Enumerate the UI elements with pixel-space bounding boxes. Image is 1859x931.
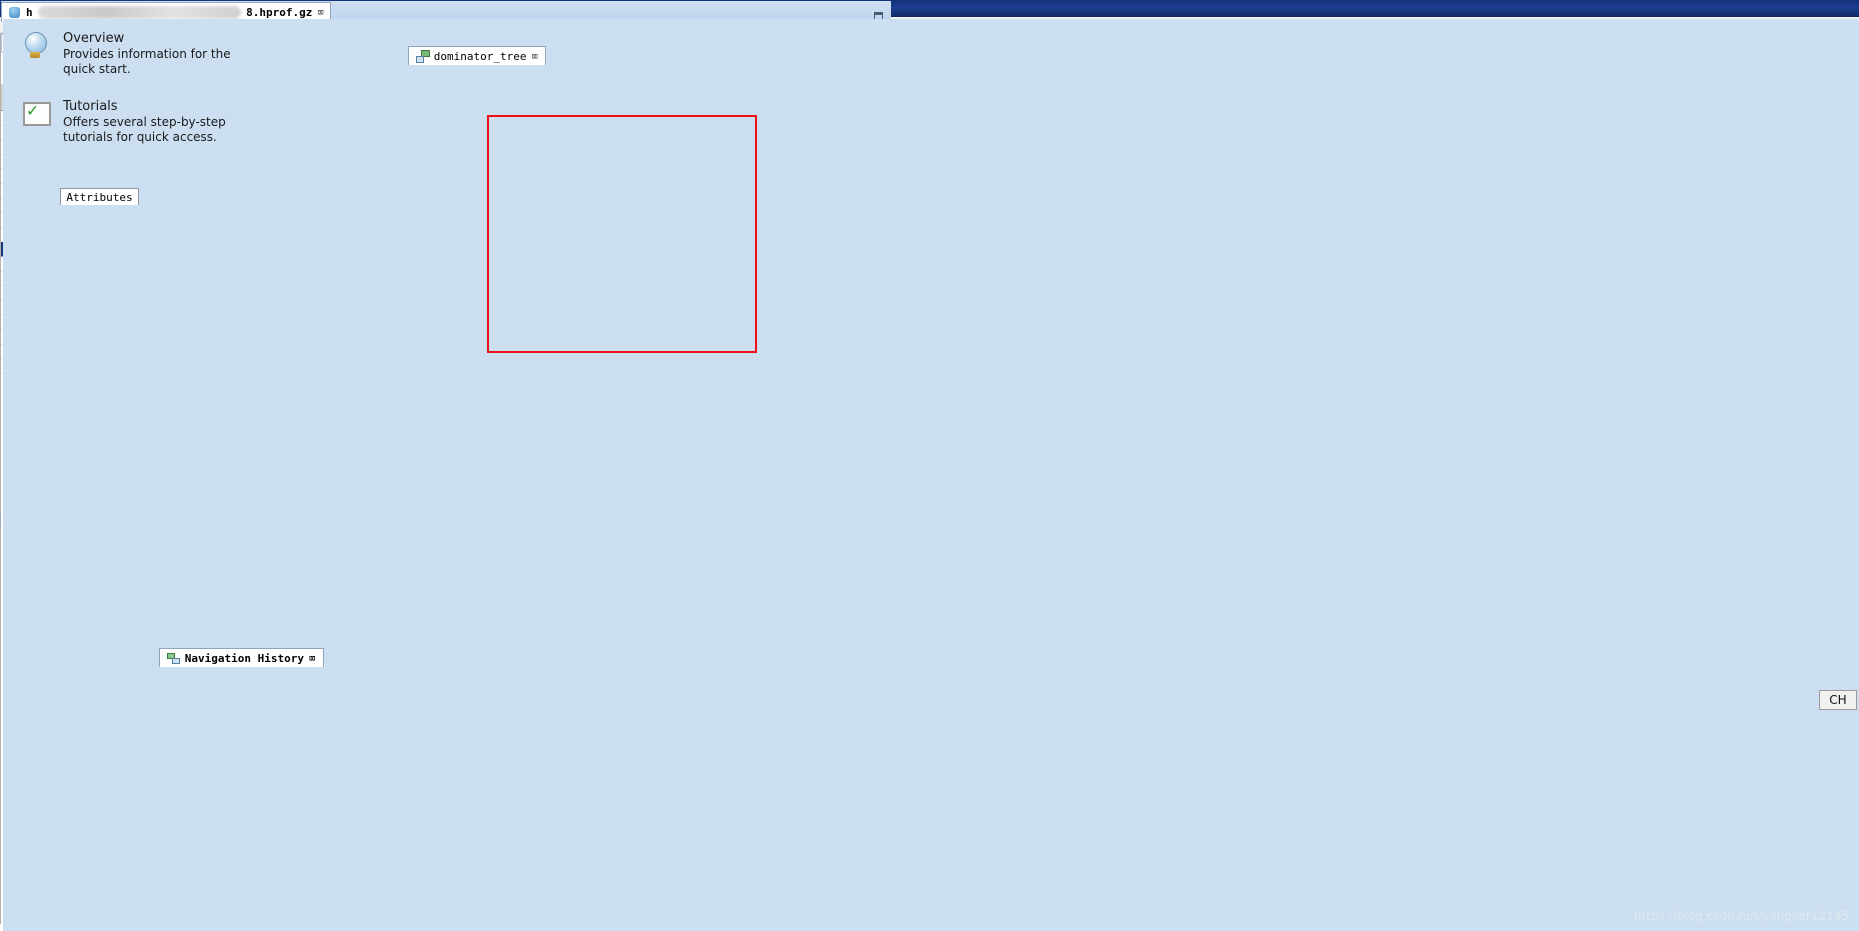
eclipse-memory-analyzer-window: Eclipse Memory Analyzer File Edit Window… [0,0,1859,931]
dominator-tree-icon [415,50,430,63]
heap-dump-icon [8,6,21,19]
welcome-overview-body: Provides information for the quick start… [63,47,231,76]
redaction-overlay [37,6,242,19]
welcome-section-tutorials[interactable]: Tutorials Offers several step-by-step tu… [3,77,1859,145]
welcome-view: Welcome ⌧ Overview Provides information … [0,19,1859,931]
welcome-overview-title[interactable]: Overview [63,31,263,46]
tutorials-icon [21,99,51,127]
close-icon[interactable]: ⌧ [309,652,316,665]
editor-file-prefix: h [26,6,33,19]
welcome-tutorials-title[interactable]: Tutorials [63,99,268,114]
close-icon[interactable]: ⌧ [317,6,324,19]
editor-file-suffix: 8.hprof.gz [246,6,313,19]
globe-icon [21,31,49,59]
close-icon[interactable]: ⌧ [531,50,538,63]
tab-dominator-tree[interactable]: dominator_tree ⌧ [407,46,547,65]
welcome-overview-text: Overview Provides information for the qu… [63,31,263,77]
watermark-text: https://blog.csdn.net/yangker12145 [1633,909,1849,923]
nav-history-icon [166,652,180,664]
welcome-tutorials-body: Offers several step-by-step tutorials fo… [63,115,226,144]
tab-dominator-tree-label: dominator_tree [433,49,527,63]
welcome-section-overview[interactable]: Overview Provides information for the qu… [3,19,1859,77]
tab-navigation-history[interactable]: Navigation History ⌧ [158,648,324,667]
welcome-tutorials-text: Tutorials Offers several step-by-step tu… [63,99,268,145]
tab-navigation-history-label: Navigation History [184,651,304,665]
tab-attributes[interactable]: Attributes [60,187,139,205]
welcome-body: Overview Provides information for the qu… [3,19,1859,931]
ime-indicator[interactable]: CH [1819,690,1857,710]
